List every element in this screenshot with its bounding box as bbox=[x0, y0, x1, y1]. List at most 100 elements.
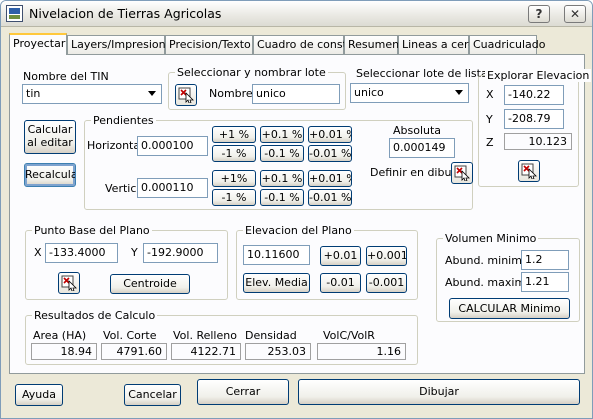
absoluta-input[interactable]: 0.000149 bbox=[389, 138, 455, 158]
vertical-minus-01-button[interactable]: -0.1 % bbox=[260, 189, 304, 206]
punto-base-y-input[interactable]: -192.9000 bbox=[143, 243, 218, 263]
abund-maximo-label: Abund. maximo bbox=[445, 276, 532, 289]
result-header-densidad: Densidad bbox=[245, 329, 297, 342]
elev-minus-001-button[interactable]: -0.01 bbox=[320, 273, 361, 293]
tin-label: Nombre del TIN bbox=[23, 70, 109, 83]
vertical-plus-01-button[interactable]: +0.1 % bbox=[260, 170, 304, 187]
window-title: Nivelacion de Tierras Agricolas bbox=[29, 6, 222, 21]
lote-pick-button[interactable] bbox=[175, 84, 197, 106]
explorar-x-input[interactable]: -140.22 bbox=[504, 85, 564, 105]
cerrar-button[interactable]: Cerrar bbox=[197, 379, 289, 405]
result-vol-relleno-value: 4122.71 bbox=[171, 343, 241, 360]
explorar-z-label: Z bbox=[486, 136, 494, 149]
volumen-minimo-group-label: Volumen Minimo bbox=[443, 232, 539, 245]
lote-lista-value: unico bbox=[354, 86, 384, 99]
vertical-minus-001-button[interactable]: -0.01 % bbox=[308, 189, 352, 206]
recalcula-button[interactable]: Recalcula bbox=[24, 163, 76, 187]
lote-name-input[interactable]: unico bbox=[252, 84, 340, 104]
horizontal-minus-01-button[interactable]: -0.1 % bbox=[260, 145, 304, 162]
punto-base-x-label: X bbox=[34, 246, 42, 259]
centroide-button[interactable]: Centroide bbox=[110, 274, 190, 294]
pick-cursor-icon bbox=[178, 87, 194, 103]
resultados-group: Resultados de Calculo Area (HA) Vol. Cor… bbox=[25, 309, 418, 365]
explorar-group-label: Explorar Elevacion bbox=[485, 69, 592, 82]
abund-maximo-input[interactable]: 1.21 bbox=[521, 272, 569, 292]
volumen-minimo-group: Volumen Minimo Abund. minimo 1.2 Abund. … bbox=[436, 232, 580, 322]
punto-base-group-label: Punto Base del Plano bbox=[32, 224, 152, 237]
vertical-minus-1-button[interactable]: -1 % bbox=[212, 189, 256, 206]
title-bar: Nivelacion de Tierras Agricolas ? ✕ bbox=[1, 1, 592, 27]
pick-cursor-icon bbox=[454, 165, 470, 181]
result-header-vol-corte: Vol. Corte bbox=[103, 329, 157, 342]
result-vol-corte-value: 4791.60 bbox=[101, 343, 167, 360]
elev-plus-0001-button[interactable]: +0.001 bbox=[366, 246, 407, 266]
ayuda-button[interactable]: Ayuda bbox=[15, 384, 63, 406]
lote-group: Seleccionar y nombrar lote Nombre unico bbox=[168, 66, 346, 110]
tab-page-proyectar: Nombre del TIN tin Seleccionar y nombrar… bbox=[9, 54, 592, 374]
punto-base-x-input[interactable]: -133.4000 bbox=[45, 243, 118, 263]
horizontal-plus-001-button[interactable]: +0.01 % bbox=[308, 126, 352, 143]
elev-media-button[interactable]: Elev. Media bbox=[243, 273, 310, 293]
tab-cuadro-constr[interactable]: Cuadro de constr. bbox=[253, 35, 354, 54]
tab-precision-texto[interactable]: Precision/Texto bbox=[165, 35, 253, 54]
vertical-plus-001-button[interactable]: +0.01 % bbox=[308, 170, 352, 187]
app-icon bbox=[6, 5, 23, 22]
lote-name-label: Nombre bbox=[209, 87, 253, 100]
pendientes-group-label: Pendientes bbox=[91, 114, 156, 127]
horizontal-minus-1-button[interactable]: -1 % bbox=[212, 145, 256, 162]
pick-cursor-icon bbox=[61, 275, 77, 291]
horizontal-plus-01-button[interactable]: +0.1 % bbox=[260, 126, 304, 143]
explorar-x-label: X bbox=[486, 88, 494, 101]
horizontal-input[interactable]: 0.000100 bbox=[137, 136, 208, 156]
tab-lineas-a-cero[interactable]: Lineas a cero bbox=[398, 35, 475, 54]
definir-pick-button[interactable] bbox=[451, 162, 473, 184]
explorar-pick-button[interactable] bbox=[518, 160, 540, 182]
calcular-minimo-button[interactable]: CALCULAR Minimo bbox=[449, 298, 570, 319]
punto-base-y-label: Y bbox=[131, 246, 138, 259]
horizontal-minus-001-button[interactable]: -0.01 % bbox=[308, 145, 352, 162]
explorar-z-value: 10.123 bbox=[504, 133, 572, 150]
lote-lista-label: Seleccionar lote de lista bbox=[356, 67, 488, 80]
result-volc-volr-value: 1.16 bbox=[317, 343, 406, 360]
lote-group-label: Seleccionar y nombrar lote bbox=[175, 66, 328, 79]
tab-resumen[interactable]: Resumen bbox=[344, 35, 399, 54]
dialog-window: Nivelacion de Tierras Agricolas ? ✕ Proy… bbox=[0, 0, 593, 419]
explorar-y-label: Y bbox=[486, 113, 493, 126]
chevron-down-icon bbox=[148, 91, 156, 96]
pick-cursor-icon bbox=[521, 163, 537, 179]
horizontal-label: Horizontal bbox=[87, 139, 144, 152]
lote-lista-select[interactable]: unico bbox=[350, 83, 469, 103]
tab-proyectar[interactable]: Proyectar bbox=[9, 33, 67, 55]
elev-minus-0001-button[interactable]: -0.001 bbox=[366, 273, 407, 293]
absoluta-label: Absoluta bbox=[393, 124, 442, 137]
explorar-group: Explorar Elevacion X -140.22 Y -208.79 Z… bbox=[478, 69, 592, 187]
tab-cuadriculado[interactable]: Cuadriculado bbox=[469, 35, 545, 54]
vertical-input[interactable]: 0.000110 bbox=[137, 178, 208, 198]
elevacion-plano-input[interactable]: 10.11600 bbox=[243, 245, 310, 265]
vertical-plus-1-button[interactable]: +1% bbox=[212, 170, 256, 187]
tin-select[interactable]: tin bbox=[22, 84, 162, 104]
elevacion-plano-group-label: Elevacion del Plano bbox=[243, 224, 354, 237]
result-header-volc-volr: VolC/VolR bbox=[323, 329, 375, 342]
help-button[interactable]: ? bbox=[528, 5, 550, 23]
result-area-value: 18.94 bbox=[31, 343, 97, 360]
elevacion-plano-group: Elevacion del Plano 10.11600 Elev. Media… bbox=[236, 224, 418, 300]
resultados-group-label: Resultados de Calculo bbox=[32, 309, 158, 322]
cancelar-button[interactable]: Cancelar bbox=[124, 384, 181, 406]
calcular-al-editar-button[interactable]: Calcular al editar bbox=[24, 120, 76, 154]
result-header-vol-relleno: Vol. Relleno bbox=[173, 329, 237, 342]
definir-en-dibujo-label: Definir en dibujo bbox=[370, 166, 462, 179]
elev-plus-001-button[interactable]: +0.01 bbox=[320, 246, 361, 266]
tab-layers-impresion[interactable]: Layers/Impresion bbox=[67, 35, 166, 54]
abund-minimo-input[interactable]: 1.2 bbox=[521, 250, 569, 270]
horizontal-plus-1-button[interactable]: +1 % bbox=[212, 126, 256, 143]
dibujar-button[interactable]: Dibujar bbox=[298, 379, 580, 405]
close-button[interactable]: ✕ bbox=[564, 5, 586, 23]
chevron-down-icon bbox=[455, 90, 463, 95]
result-header-area: Area (HA) bbox=[33, 329, 87, 342]
abund-minimo-label: Abund. minimo bbox=[445, 254, 529, 267]
result-densidad-value: 253.03 bbox=[245, 343, 311, 360]
punto-base-pick-button[interactable] bbox=[58, 272, 80, 294]
explorar-y-input[interactable]: -208.79 bbox=[504, 109, 564, 129]
tin-select-value: tin bbox=[26, 87, 41, 100]
